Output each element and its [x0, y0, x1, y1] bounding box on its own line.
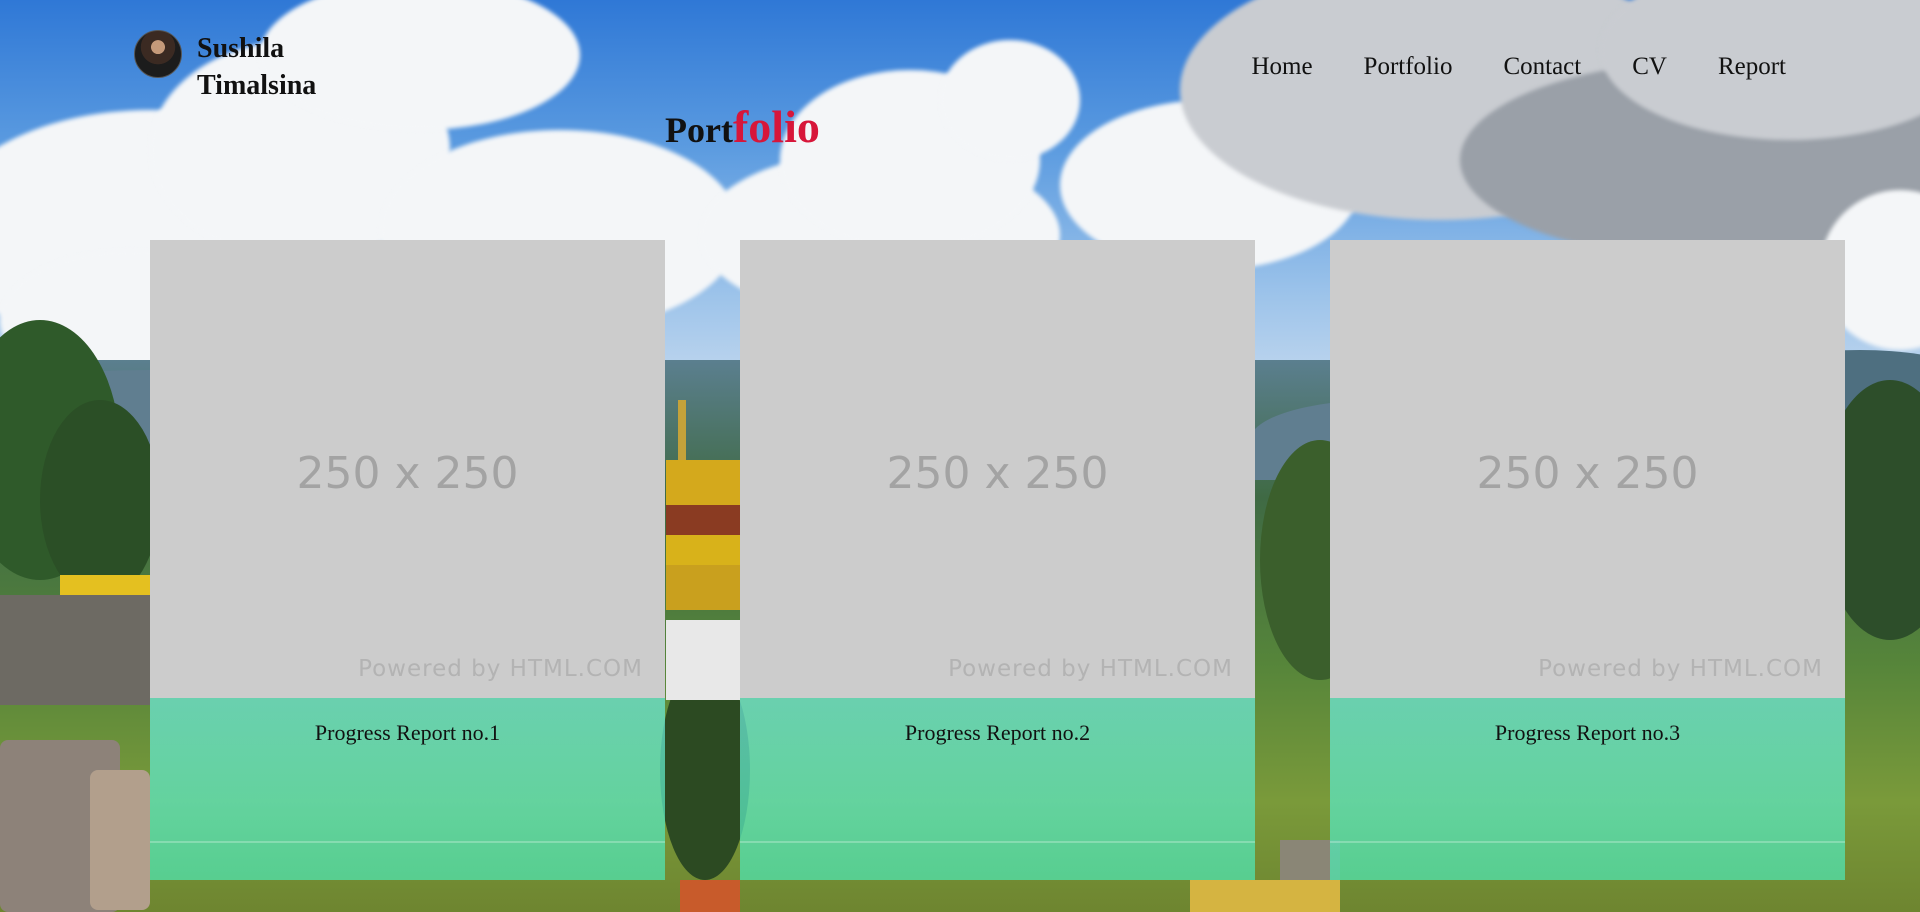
placeholder-image: 250 x 250 Powered by HTML.COM	[1330, 240, 1845, 698]
nav-contact-link[interactable]: Contact	[1503, 50, 1581, 84]
card-caption: Progress Report no.3	[1330, 698, 1845, 880]
brand-name: Sushila Timalsina	[197, 33, 317, 101]
placeholder-image: 250 x 250 Powered by HTML.COM	[150, 240, 665, 698]
caption-divider	[740, 841, 1255, 843]
page-title-part2: folio	[732, 101, 820, 152]
brand[interactable]: Sushila Timalsina	[134, 30, 347, 104]
nav-home-link[interactable]: Home	[1251, 50, 1312, 84]
placeholder-credit-text: Powered by HTML.COM	[948, 656, 1233, 682]
placeholder-size-text: 250 x 250	[296, 448, 519, 499]
page-title-part1: Port	[665, 110, 733, 150]
card-label[interactable]: Progress Report no.2	[740, 720, 1255, 746]
placeholder-size-text: 250 x 250	[1476, 448, 1699, 499]
card-caption: Progress Report no.1	[150, 698, 665, 880]
nav-portfolio-link[interactable]: Portfolio	[1364, 50, 1453, 84]
caption-divider	[150, 841, 665, 843]
placeholder-credit-text: Powered by HTML.COM	[1538, 656, 1823, 682]
card-caption: Progress Report no.2	[740, 698, 1255, 880]
placeholder-size-text: 250 x 250	[886, 448, 1109, 499]
placeholder-credit-text: Powered by HTML.COM	[358, 656, 643, 682]
card-label[interactable]: Progress Report no.1	[150, 720, 665, 746]
portfolio-page: Sushila Timalsina Home Portfolio Contact…	[0, 0, 1920, 912]
page-title: Portfolio	[665, 100, 820, 153]
caption-divider	[1330, 841, 1845, 843]
main-nav: Home Portfolio Contact CV Report	[1200, 50, 1786, 84]
portfolio-card-3[interactable]: 250 x 250 Powered by HTML.COM Progress R…	[1330, 240, 1845, 880]
avatar	[134, 30, 182, 78]
nav-cv-link[interactable]: CV	[1632, 50, 1667, 84]
portfolio-card-2[interactable]: 250 x 250 Powered by HTML.COM Progress R…	[740, 240, 1255, 880]
placeholder-image: 250 x 250 Powered by HTML.COM	[740, 240, 1255, 698]
card-label[interactable]: Progress Report no.3	[1330, 720, 1845, 746]
portfolio-card-1[interactable]: 250 x 250 Powered by HTML.COM Progress R…	[150, 240, 665, 880]
nav-report-link[interactable]: Report	[1718, 50, 1786, 84]
